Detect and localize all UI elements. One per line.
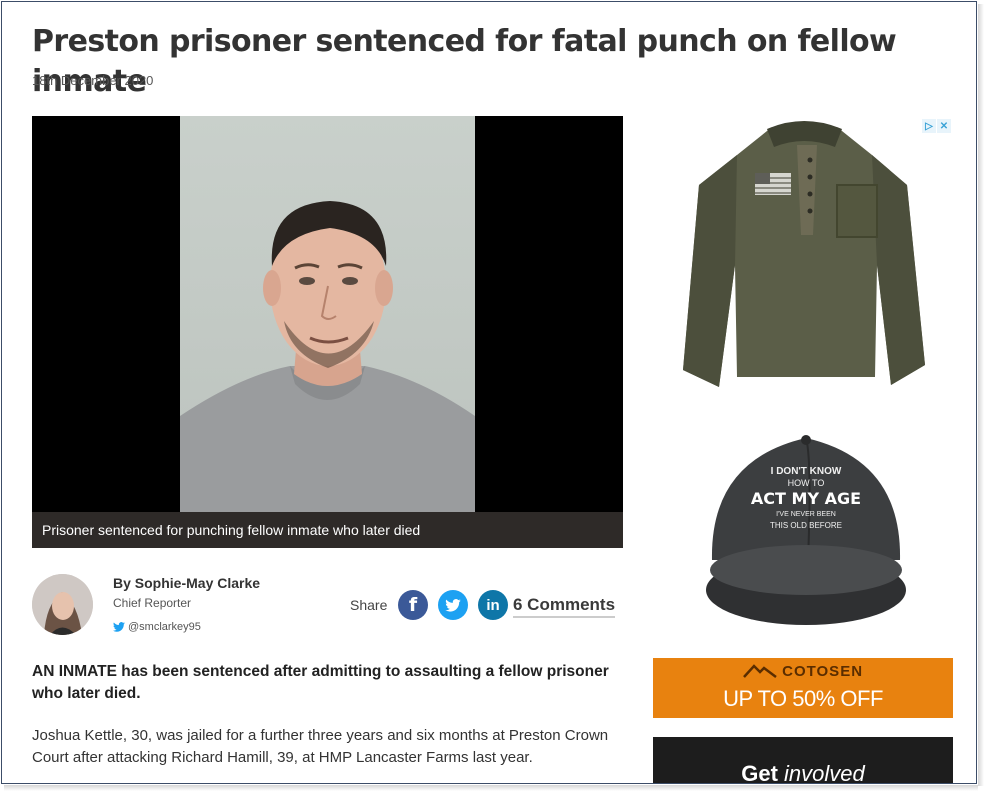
ad-product-shirt[interactable] bbox=[677, 115, 929, 395]
get-involved-text: Get involved bbox=[741, 761, 865, 784]
cap-line-3: ACT MY AGE bbox=[751, 489, 861, 508]
twitter-icon bbox=[445, 598, 461, 612]
author-twitter[interactable]: @smclarkey95 bbox=[113, 621, 201, 633]
hero-image[interactable]: Prisoner sentenced for punching fellow i… bbox=[32, 116, 623, 548]
linkedin-icon: in bbox=[486, 596, 500, 614]
article-lead: AN INMATE has been sentenced after admit… bbox=[32, 663, 609, 702]
linkedin-share-button[interactable]: in bbox=[478, 590, 508, 620]
ad-close-icon[interactable]: ✕ bbox=[937, 119, 951, 133]
facebook-share-button[interactable]: f bbox=[398, 590, 428, 620]
mountain-logo-icon bbox=[743, 664, 777, 678]
page-shadow bbox=[4, 785, 978, 791]
author-name[interactable]: By Sophie-May Clarke bbox=[113, 575, 260, 591]
ad-product-cap[interactable]: I DON'T KNOW HOW TO ACT MY AGE I'VE NEVE… bbox=[702, 420, 910, 630]
author-role: Chief Reporter bbox=[113, 596, 192, 610]
cap-line-4: I'VE NEVER BEEN bbox=[776, 511, 836, 518]
author-avatar[interactable] bbox=[32, 574, 93, 635]
banner-offer: UP TO 50% OFF bbox=[723, 686, 883, 711]
image-caption: Prisoner sentenced for punching fellow i… bbox=[32, 512, 623, 548]
twitter-share-button[interactable] bbox=[438, 590, 468, 620]
article-date: 18th December 2020 bbox=[32, 73, 154, 88]
mugshot-photo bbox=[180, 116, 475, 512]
twitter-bird-icon bbox=[113, 622, 125, 632]
facebook-icon: f bbox=[408, 594, 418, 616]
twitter-handle: @smclarkey95 bbox=[128, 621, 201, 633]
article-page: Preston prisoner sentenced for fatal pun… bbox=[1, 1, 977, 784]
article-headline: Preston prisoner sentenced for fatal pun… bbox=[32, 24, 897, 99]
cotosen-banner-ad[interactable]: COTOSEN UP TO 50% OFF bbox=[653, 658, 953, 718]
banner-brand: COTOSEN bbox=[653, 663, 953, 680]
comments-link[interactable]: 6 Comments bbox=[513, 595, 616, 618]
share-label: Share bbox=[350, 597, 388, 613]
cap-line-2: HOW TO bbox=[788, 478, 825, 488]
get-involved-promo[interactable]: Get involved bbox=[653, 737, 953, 784]
article-paragraph: Joshua Kettle, 30, was jailed for a furt… bbox=[32, 727, 609, 766]
cap-line-5: THIS OLD BEFORE bbox=[770, 521, 842, 530]
page-shadow-right bbox=[978, 4, 984, 786]
cap-line-1: I DON'T KNOW bbox=[771, 466, 842, 477]
